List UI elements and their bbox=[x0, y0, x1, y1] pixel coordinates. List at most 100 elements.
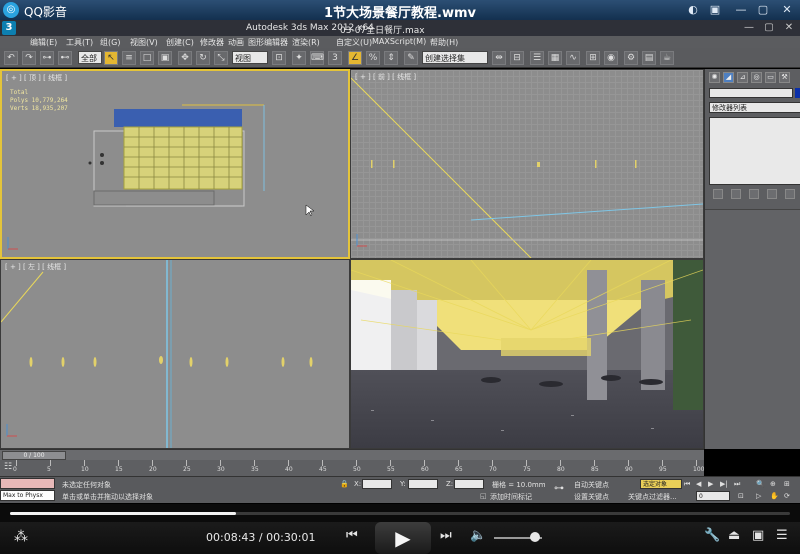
next-icon[interactable]: ⏭ bbox=[440, 528, 452, 543]
unlink-icon[interactable]: ⊷ bbox=[58, 51, 72, 65]
object-color-swatch[interactable] bbox=[795, 88, 800, 98]
display-tab-icon[interactable]: ▭ bbox=[765, 72, 776, 83]
time-slider-thumb[interactable]: 0 / 100 bbox=[2, 451, 66, 460]
modifier-stack[interactable] bbox=[709, 117, 800, 185]
time-config-icon[interactable]: ⊡ bbox=[738, 492, 744, 500]
play-button[interactable]: ▶ bbox=[375, 522, 431, 554]
material-editor-icon[interactable]: ◉ bbox=[604, 51, 618, 65]
reference-coordinate-dropdown[interactable]: 视图 bbox=[232, 51, 268, 64]
select-object-icon[interactable]: ↖ bbox=[104, 51, 118, 65]
menu-help[interactable]: 帮助(H) bbox=[430, 37, 458, 48]
menu-create[interactable]: 创建(C) bbox=[166, 37, 194, 48]
color-settings-icon[interactable]: ▣ bbox=[752, 528, 764, 543]
lock-selection-icon[interactable]: 🔒 bbox=[340, 480, 349, 488]
pin-stack-icon[interactable] bbox=[713, 189, 723, 199]
selected-object-dropdown[interactable]: 选定对象 bbox=[640, 479, 682, 489]
object-name-input[interactable] bbox=[709, 88, 793, 98]
zoom-extents-icon[interactable]: ⊞ bbox=[784, 480, 790, 488]
menu-view[interactable]: 视图(V) bbox=[130, 37, 158, 48]
eject-icon[interactable]: ⏏ bbox=[728, 528, 740, 543]
minimize-button[interactable]: — bbox=[732, 2, 750, 18]
show-end-result-icon[interactable] bbox=[731, 189, 741, 199]
max-to-physx-field[interactable]: Max to Physx bbox=[0, 490, 55, 501]
rect-selection-icon[interactable]: □ bbox=[140, 51, 154, 65]
window-crossing-icon[interactable]: ▣ bbox=[158, 51, 172, 65]
render-icon[interactable]: ☕ bbox=[660, 51, 674, 65]
next-frame-icon[interactable]: ▶| bbox=[720, 480, 728, 488]
zoom-all-icon[interactable]: ⊕ bbox=[770, 480, 776, 488]
select-manipulate-icon[interactable]: ✦ bbox=[292, 51, 306, 65]
selection-filter-dropdown[interactable]: 全部 bbox=[78, 51, 102, 64]
pivot-center-icon[interactable]: ⊡ bbox=[272, 51, 286, 65]
max-restore-button[interactable]: ▢ bbox=[760, 21, 778, 35]
mirror-icon[interactable]: ⇹ bbox=[492, 51, 506, 65]
menu-edit[interactable]: 编辑(E) bbox=[30, 37, 57, 48]
move-icon[interactable]: ✥ bbox=[178, 51, 192, 65]
angle-snap-icon[interactable]: ∠ bbox=[348, 51, 362, 65]
viewport-left[interactable]: [ + ] [ 左 ] [ 线框 ] bbox=[0, 259, 350, 449]
menu-animation[interactable]: 动画 bbox=[228, 37, 244, 48]
x-coordinate-field[interactable] bbox=[362, 479, 392, 489]
current-frame-field[interactable]: 0 bbox=[696, 491, 730, 501]
track-bar[interactable]: ☷ 0 5 10 15 20 25 30 35 40 45 50 55 60 65 70 75 80 85 90 95… bbox=[0, 460, 704, 476]
configure-sets-icon[interactable] bbox=[785, 189, 795, 199]
make-unique-icon[interactable] bbox=[749, 189, 759, 199]
go-to-start-icon[interactable]: ⏮ bbox=[684, 480, 690, 489]
create-tab-icon[interactable]: ✺ bbox=[709, 72, 720, 83]
skin-icon[interactable]: ◐ bbox=[684, 2, 702, 18]
mini-curve-editor-icon[interactable]: ☷ bbox=[4, 462, 12, 472]
key-filters-button[interactable]: 关键点过滤器... bbox=[628, 492, 677, 502]
add-time-tag-icon[interactable]: ◱ bbox=[480, 492, 487, 500]
z-coordinate-field[interactable] bbox=[454, 479, 484, 489]
pan-icon[interactable]: ✋ bbox=[770, 492, 779, 500]
undo-icon[interactable]: ↶ bbox=[4, 51, 18, 65]
zoom-icon[interactable]: 🔍 bbox=[756, 480, 765, 488]
footprint-icon[interactable]: ⁂ bbox=[14, 529, 28, 545]
align-icon[interactable]: ⊟ bbox=[510, 51, 524, 65]
prev-frame-icon[interactable]: ◀ bbox=[696, 480, 701, 488]
viewport-front[interactable]: [ + ] [ 前 ] [ 线框 ] bbox=[350, 69, 704, 259]
orbit-icon[interactable]: ⟳ bbox=[784, 492, 790, 500]
menu-modifiers[interactable]: 修改器 bbox=[200, 37, 224, 48]
graphite-tools-icon[interactable]: ▦ bbox=[548, 51, 562, 65]
render-setup-icon[interactable]: ⚙ bbox=[624, 51, 638, 65]
maximize-button[interactable]: ▢ bbox=[754, 2, 772, 18]
layer-manager-icon[interactable]: ☰ bbox=[530, 51, 544, 65]
previous-icon[interactable]: ⏮ bbox=[346, 528, 358, 543]
rotate-icon[interactable]: ↻ bbox=[196, 51, 210, 65]
max-close-button[interactable]: ✕ bbox=[780, 21, 798, 35]
rendered-frame-icon[interactable]: ▤ bbox=[642, 51, 656, 65]
time-slider[interactable]: 0 / 100 bbox=[0, 449, 704, 460]
spinner-snap-icon[interactable]: ⇕ bbox=[384, 51, 398, 65]
edit-named-selection-icon[interactable]: ✎ bbox=[404, 51, 418, 65]
y-coordinate-field[interactable] bbox=[408, 479, 438, 489]
max-logo-icon[interactable]: 3 bbox=[2, 21, 16, 35]
play-animation-icon[interactable]: ▶ bbox=[708, 480, 713, 488]
curve-editor-icon[interactable]: ∿ bbox=[566, 51, 580, 65]
volume-thumb[interactable] bbox=[529, 532, 540, 542]
menu-tools[interactable]: 工具(T) bbox=[66, 37, 93, 48]
set-key-button[interactable]: 设置关键点 bbox=[574, 492, 609, 502]
max-minimize-button[interactable]: — bbox=[740, 21, 758, 35]
menu-maxscript[interactable]: MAXScript(M) bbox=[372, 37, 426, 46]
redo-icon[interactable]: ↷ bbox=[22, 51, 36, 65]
scale-icon[interactable]: ⤡ bbox=[214, 51, 228, 65]
modifier-list-dropdown[interactable]: 修改器列表 bbox=[709, 102, 800, 113]
menu-rendering[interactable]: 渲染(R) bbox=[292, 37, 320, 48]
schematic-view-icon[interactable]: ⊞ bbox=[586, 51, 600, 65]
add-time-tag-button[interactable]: 添加时间标记 bbox=[490, 492, 532, 502]
motion-tab-icon[interactable]: ◎ bbox=[751, 72, 762, 83]
menu-graph-editors[interactable]: 图形编辑器 bbox=[248, 37, 288, 48]
menu-icon[interactable]: ▣ bbox=[706, 2, 724, 18]
remove-modifier-icon[interactable] bbox=[767, 189, 777, 199]
auto-key-button[interactable]: 自动关键点 bbox=[574, 480, 609, 490]
snaps-toggle-icon[interactable]: 3 bbox=[328, 51, 342, 65]
field-of-view-icon[interactable]: ▷ bbox=[756, 492, 761, 500]
select-by-name-icon[interactable]: ≡ bbox=[122, 51, 136, 65]
named-selection-dropdown[interactable]: 创建选择集 bbox=[422, 51, 488, 64]
go-to-end-icon[interactable]: ⏭ bbox=[734, 480, 740, 489]
percent-snap-icon[interactable]: % bbox=[366, 51, 380, 65]
menu-group[interactable]: 组(G) bbox=[100, 37, 120, 48]
keyboard-shortcut-icon[interactable]: ⌨ bbox=[310, 51, 324, 65]
player-seek-bar[interactable] bbox=[0, 504, 800, 522]
